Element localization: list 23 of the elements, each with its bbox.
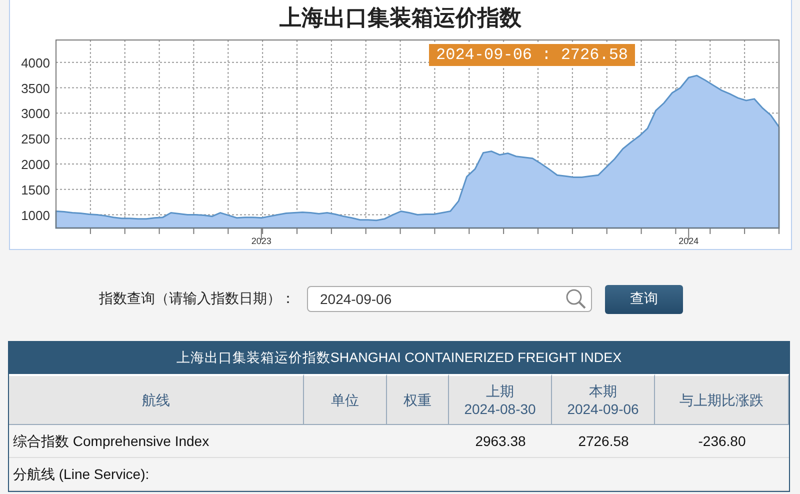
chart-title: 上海出口集装箱运价指数 xyxy=(280,5,522,31)
axis-label: 2023 xyxy=(251,236,272,246)
search-icon[interactable] xyxy=(565,288,587,310)
axis-label: 3000 xyxy=(21,106,50,122)
axis-label: 1000 xyxy=(21,208,50,223)
table-title: 上海出口集装箱运价指数SHANGHAI CONTAINERIZED FREIGHT INDEX xyxy=(9,342,789,374)
column-header: 与上期比涨跌 xyxy=(655,374,789,425)
column-header: 本期 2024-09-06 xyxy=(552,374,655,425)
chart-tooltip: 2024-09-06 : 2726.58 xyxy=(429,44,636,66)
axis-label: 2500 xyxy=(21,132,50,147)
column-header: 航线 xyxy=(9,374,304,425)
column-header: 权重 xyxy=(387,374,449,425)
query-button[interactable]: 查询 xyxy=(605,284,683,314)
column-header: 单位 xyxy=(304,374,387,425)
axis-label: 3500 xyxy=(21,80,50,96)
axis-label: 2024 xyxy=(678,236,699,246)
search-label: 指数查询（请输入指数日期）： xyxy=(99,290,296,308)
axis-label: 4000 xyxy=(21,55,50,70)
column-header: 上期 2024-08-30 xyxy=(449,374,552,425)
date-field[interactable]: 2024-09-06 xyxy=(307,286,592,312)
date-input[interactable]: 2024-09-06 xyxy=(318,290,565,308)
axis-label: 2000 xyxy=(21,156,50,172)
axis-label: 1500 xyxy=(21,182,50,198)
